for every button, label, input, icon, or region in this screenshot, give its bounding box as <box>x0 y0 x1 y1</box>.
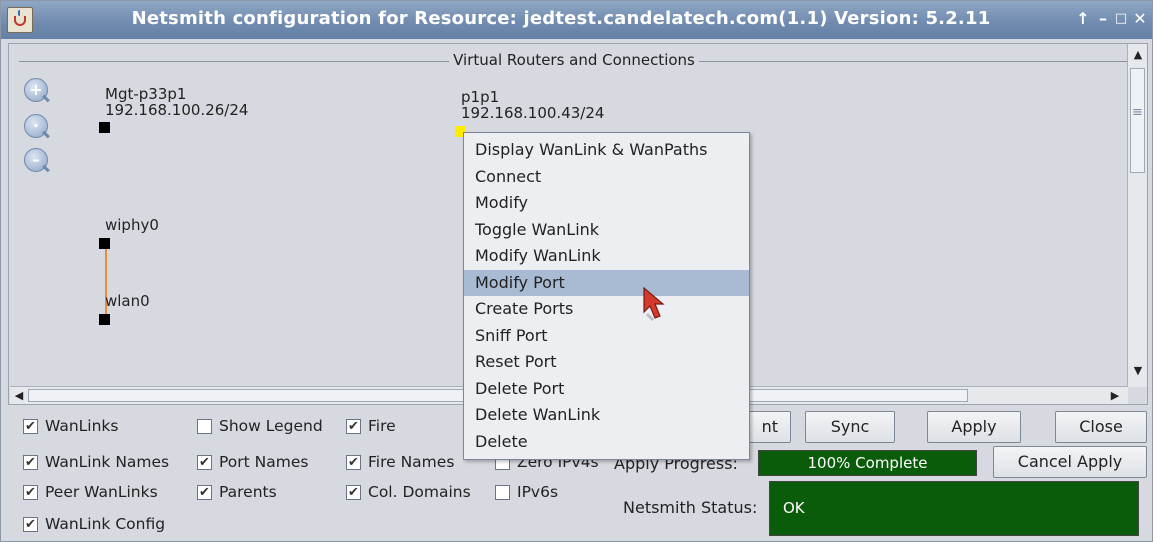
wanlink-config-checkbox[interactable]: ✔ WanLink Config <box>23 515 165 533</box>
checkbox-box[interactable] <box>495 484 510 500</box>
fire-checkbox[interactable]: ✔ Fire <box>346 417 396 435</box>
checkbox-box[interactable]: ✔ <box>197 484 212 500</box>
zoom-reset-icon[interactable]: · <box>24 114 48 138</box>
node-ip: 192.168.100.43/24 <box>461 104 605 122</box>
menu-item-modify[interactable]: Modify <box>464 190 749 217</box>
col-domains-checkbox[interactable]: ✔ Col. Domains <box>346 483 471 501</box>
window-title: Netsmith configuration for Resource: jed… <box>131 8 991 29</box>
menu-item-create-ports[interactable]: Create Ports <box>464 296 749 323</box>
show-legend-checkbox[interactable]: Show Legend <box>197 417 323 435</box>
node-label-wlan0: wlan0 <box>105 292 150 310</box>
checkbox-box[interactable]: ✔ <box>23 484 38 500</box>
checkbox-box[interactable]: ✔ <box>346 418 361 434</box>
checkbox-box[interactable]: ✔ <box>197 454 212 470</box>
title-bar[interactable]: Netsmith configuration for Resource: jed… <box>1 1 1152 39</box>
cancel-apply-button[interactable]: Cancel Apply <box>993 446 1147 478</box>
ipv6s-checkbox[interactable]: IPv6s <box>495 483 558 501</box>
section-title: Virtual Routers and Connections <box>449 51 699 69</box>
netsmith-status-value: OK <box>769 481 1139 536</box>
menu-item-delete[interactable]: Delete <box>464 429 749 456</box>
node-ip: 192.168.100.26/24 <box>105 101 249 119</box>
checkbox-box[interactable]: ✔ <box>23 454 38 470</box>
node-label-mgt: Mgt-p33p1 192.168.100.26/24 <box>105 86 248 118</box>
menu-item-connect[interactable]: Connect <box>464 164 749 191</box>
menu-item-modify-port[interactable]: Modify Port <box>464 269 749 296</box>
zoom-out-icon[interactable]: – <box>24 148 48 172</box>
netsmith-status-label: Netsmith Status: <box>623 498 758 517</box>
node-label-wiphy0: wiphy0 <box>105 216 159 234</box>
restore-icon[interactable]: □ <box>1112 10 1130 28</box>
minimize-icon[interactable]: – <box>1094 10 1112 28</box>
context-menu[interactable]: Display WanLink & WanPaths Connect Modif… <box>463 132 750 460</box>
menu-item-display-wanlink-wanpaths[interactable]: Display WanLink & WanPaths <box>464 137 749 164</box>
node-label-p1p1: p1p1 192.168.100.43/24 <box>461 89 604 121</box>
vertical-scrollbar[interactable]: ▲ ▼ <box>1127 44 1147 387</box>
parents-checkbox[interactable]: ✔ Parents <box>197 483 277 501</box>
apply-button[interactable]: Apply <box>927 411 1021 443</box>
scroll-up-icon[interactable]: ▲ <box>1129 46 1147 64</box>
sync-button[interactable]: Sync <box>805 411 895 443</box>
checkbox-box[interactable]: ✔ <box>23 516 38 532</box>
mouse-pointer-icon <box>643 286 665 322</box>
menu-item-delete-wanlink[interactable]: Delete WanLink <box>464 402 749 429</box>
node-wlan0[interactable] <box>99 314 110 325</box>
zoom-in-icon[interactable]: + <box>24 78 48 102</box>
peer-wanlinks-checkbox[interactable]: ✔ Peer WanLinks <box>23 483 158 501</box>
node-wiphy0[interactable] <box>99 238 110 249</box>
scroll-down-icon[interactable]: ▼ <box>1129 362 1147 380</box>
netsmith-window: Netsmith configuration for Resource: jed… <box>0 0 1153 542</box>
maximize-up-icon[interactable]: ↑ <box>1074 10 1092 28</box>
port-names-checkbox[interactable]: ✔ Port Names <box>197 453 308 471</box>
fire-names-checkbox[interactable]: ✔ Fire Names <box>346 453 454 471</box>
checkbox-box[interactable]: ✔ <box>346 484 361 500</box>
apply-progress-bar: 100% Complete <box>758 450 977 476</box>
checkbox-box[interactable] <box>197 418 212 434</box>
menu-item-sniff-port[interactable]: Sniff Port <box>464 323 749 350</box>
close-button[interactable]: Close <box>1055 411 1147 443</box>
menu-item-delete-port[interactable]: Delete Port <box>464 376 749 403</box>
vertical-scroll-thumb[interactable] <box>1130 68 1145 173</box>
wanlinks-checkbox[interactable]: ✔ WanLinks <box>23 417 118 435</box>
node-mgt-p33p1[interactable] <box>99 122 110 133</box>
checkbox-box[interactable]: ✔ <box>23 418 38 434</box>
scroll-right-icon[interactable]: ▶ <box>1106 387 1124 405</box>
checkbox-box[interactable]: ✔ <box>346 454 361 470</box>
node-name: p1p1 <box>461 88 500 106</box>
scroll-left-icon[interactable]: ◀ <box>10 387 28 405</box>
close-window-icon[interactable]: ✕ <box>1131 10 1149 28</box>
menu-item-modify-wanlink[interactable]: Modify WanLink <box>464 243 749 270</box>
menu-item-toggle-wanlink[interactable]: Toggle WanLink <box>464 217 749 244</box>
node-name: Mgt-p33p1 <box>105 85 187 103</box>
wanlink-names-checkbox[interactable]: ✔ WanLink Names <box>23 453 169 471</box>
menu-item-reset-port[interactable]: Reset Port <box>464 349 749 376</box>
